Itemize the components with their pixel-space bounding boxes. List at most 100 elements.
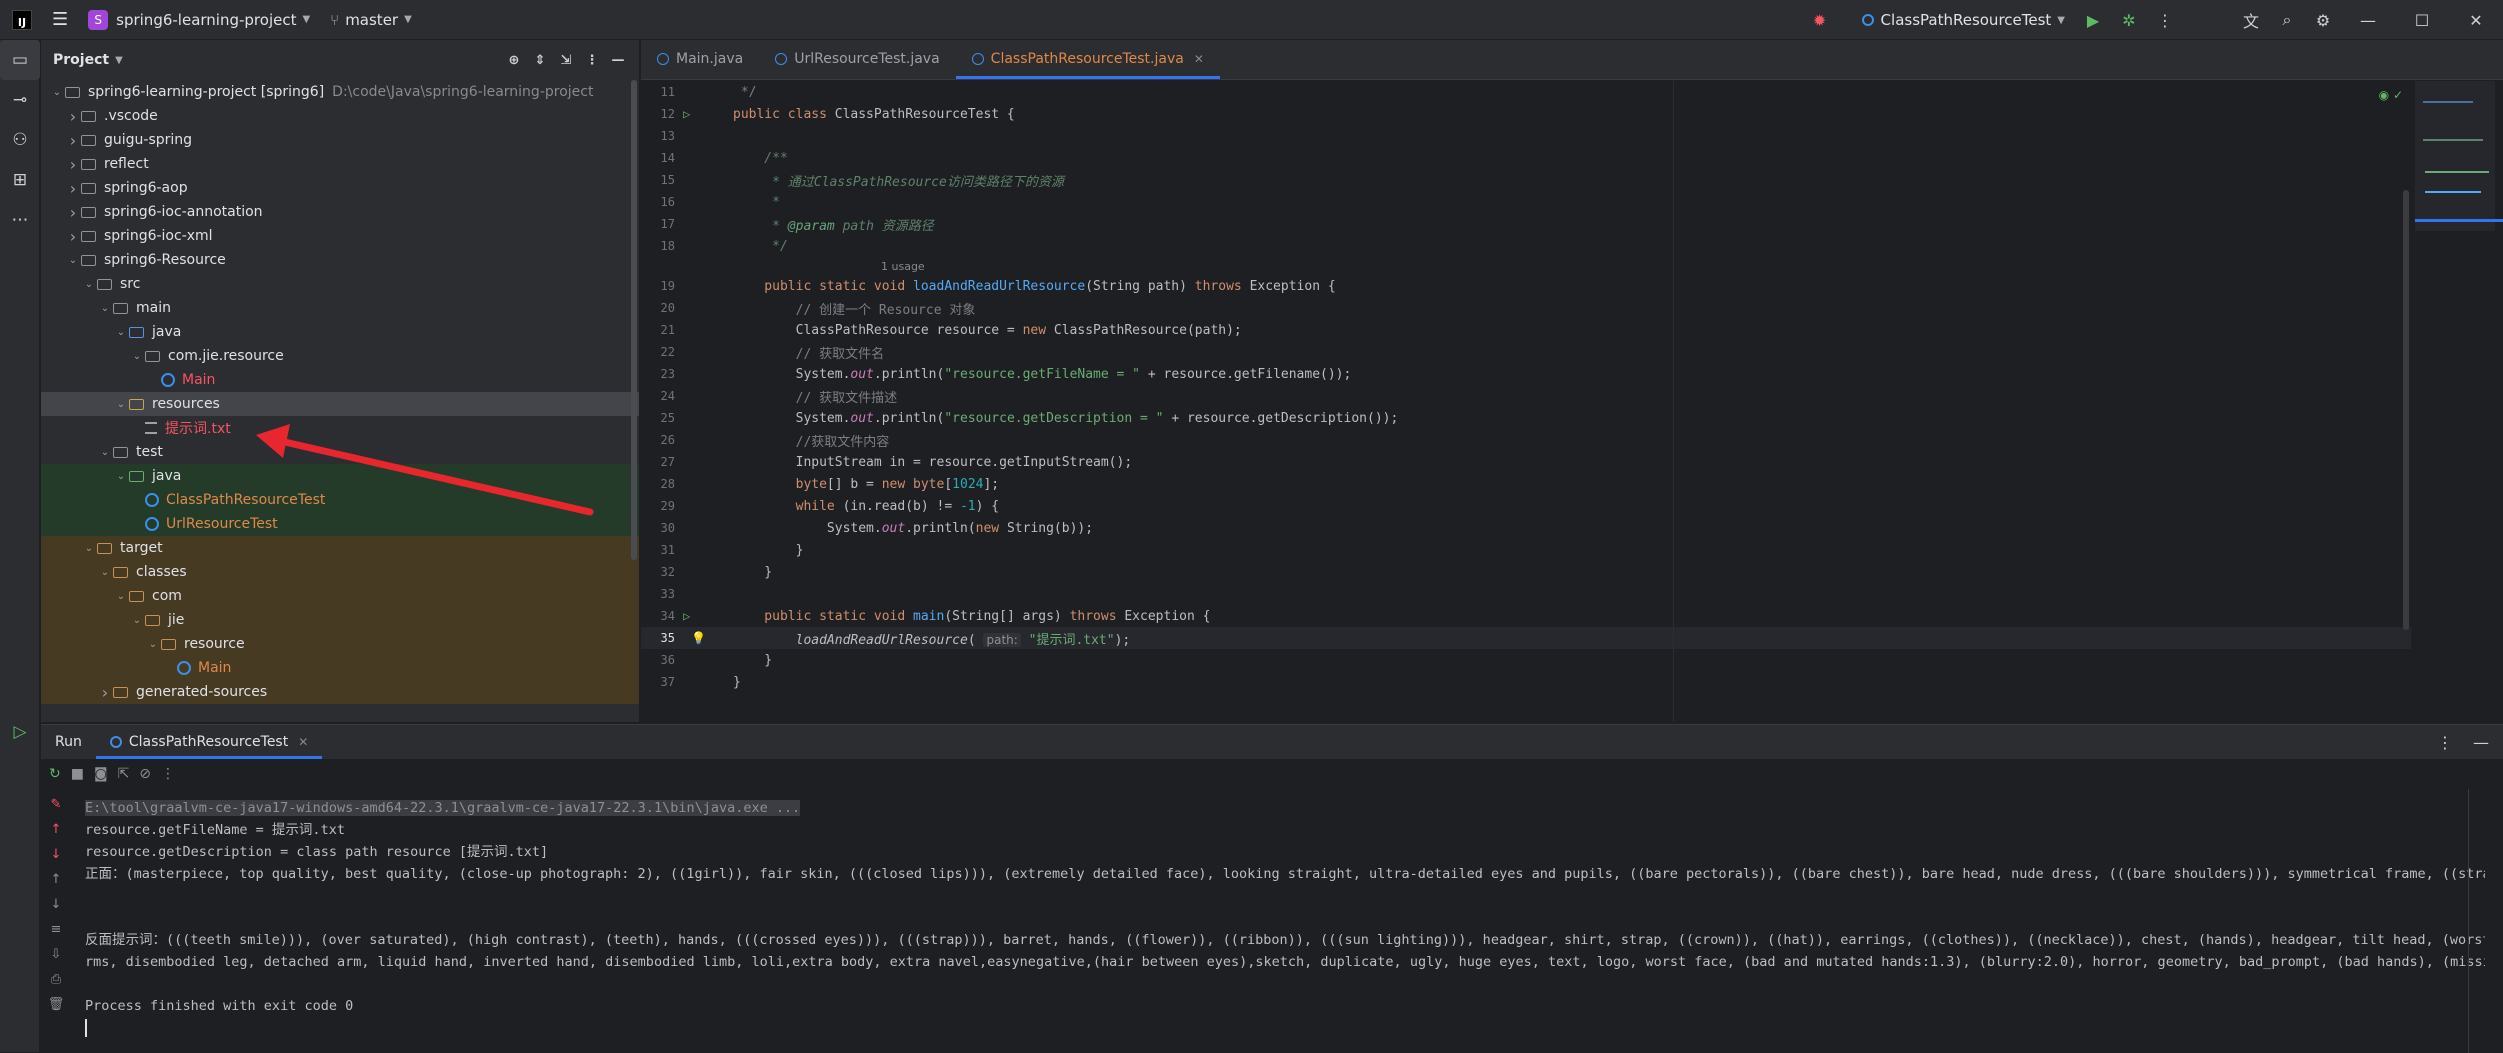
code-line[interactable]: 15 * 通过ClassPathResource访问类路径下的资源 bbox=[641, 169, 2503, 191]
more-tools-icon[interactable]: ⋯ bbox=[0, 200, 40, 240]
code-line[interactable]: 14 /** bbox=[641, 147, 2503, 169]
run-gutter-icon[interactable]: ▷ bbox=[683, 609, 690, 623]
rerun-icon[interactable]: ↻ bbox=[49, 766, 61, 782]
locate-icon[interactable]: ⊕ bbox=[501, 53, 527, 68]
commit-icon[interactable]: ⊸ bbox=[0, 80, 40, 120]
chevron-right-icon[interactable]: › bbox=[97, 683, 113, 702]
chevron-down-icon[interactable]: ⌄ bbox=[113, 399, 129, 410]
tree-item[interactable]: ClassPathResourceTest bbox=[41, 488, 639, 512]
services-icon[interactable]: ⚇ bbox=[0, 120, 40, 160]
tree-item[interactable]: ⌄ resources bbox=[41, 392, 639, 416]
chevron-down-icon[interactable]: ⌄ bbox=[113, 327, 129, 338]
chevron-down-icon[interactable]: ⌄ bbox=[97, 567, 113, 578]
close-icon[interactable]: ✕ bbox=[2449, 0, 2503, 40]
project-switcher[interactable]: S spring6-learning-project ▼ bbox=[78, 0, 320, 40]
code-line[interactable]: 29 while (in.read(b) != -1) { bbox=[641, 495, 2503, 517]
chevron-down-icon[interactable]: ⌄ bbox=[129, 351, 145, 362]
up-icon[interactable]: ↑ bbox=[51, 822, 62, 837]
editor-tab[interactable]: ClassPathResourceTest.java ✕ bbox=[955, 40, 1221, 79]
code-line[interactable]: 19 public static void loadAndReadUrlReso… bbox=[641, 275, 2503, 297]
collapse-all-icon[interactable]: ⇲ bbox=[553, 53, 579, 68]
more-icon[interactable]: ⋮ bbox=[161, 766, 175, 782]
chevron-right-icon[interactable]: › bbox=[65, 203, 81, 222]
debug-icon[interactable]: ✲ bbox=[2111, 0, 2147, 40]
lightbulb-icon[interactable]: 💡 bbox=[691, 631, 706, 645]
run-tool-icon[interactable]: ▷ bbox=[0, 712, 40, 752]
usage-hint[interactable]: 1 usage bbox=[881, 260, 925, 273]
main-menu-button[interactable]: ☰ bbox=[42, 0, 78, 40]
chevron-down-icon[interactable]: ⌄ bbox=[81, 543, 97, 554]
translate-icon[interactable]: 文 bbox=[2233, 0, 2269, 40]
tree-item[interactable]: Main bbox=[41, 656, 639, 680]
chevron-down-icon[interactable]: ⌄ bbox=[145, 639, 161, 650]
code-line[interactable]: 16 * bbox=[641, 191, 2503, 213]
code-line[interactable]: 17 * @param path 资源路径 bbox=[641, 213, 2503, 235]
structure-icon[interactable]: ⊞ bbox=[0, 160, 40, 200]
console-output[interactable]: E:\tool\graalvm-ce-java17-windows-amd64-… bbox=[85, 797, 2485, 1037]
chevron-right-icon[interactable]: › bbox=[65, 227, 81, 246]
editor-tab[interactable]: Main.java bbox=[641, 40, 759, 79]
editor-scrollbar[interactable] bbox=[2403, 190, 2409, 630]
inspection-widget[interactable]: ◉ ✓ bbox=[2379, 88, 2403, 102]
print-icon[interactable]: ⎙ bbox=[51, 972, 61, 987]
tree-item[interactable]: › guigu-spring bbox=[41, 128, 639, 152]
chevron-down-icon[interactable]: ⌄ bbox=[97, 303, 113, 314]
tree-item[interactable]: › reflect bbox=[41, 152, 639, 176]
code-line[interactable]: 13 bbox=[641, 125, 2503, 147]
tree-item[interactable]: UrlResourceTest bbox=[41, 512, 639, 536]
trash-icon[interactable]: 🗑 bbox=[48, 997, 65, 1012]
run-gutter-icon[interactable]: ▷ bbox=[683, 107, 690, 121]
down-icon[interactable]: ↓ bbox=[51, 847, 62, 862]
tree-scrollbar[interactable] bbox=[631, 80, 637, 560]
project-panel-title[interactable]: Project bbox=[53, 52, 109, 68]
gear-icon[interactable]: ⚙ bbox=[2305, 0, 2341, 40]
options-icon[interactable]: ⋮ bbox=[579, 53, 605, 68]
code-line[interactable]: 30 System.out.println(new String(b)); bbox=[641, 517, 2503, 539]
project-folder-icon[interactable]: ▭ bbox=[0, 40, 40, 80]
chevron-down-icon[interactable]: ▼ bbox=[115, 55, 123, 66]
code-line[interactable]: 12 ▷ public class ClassPathResourceTest { bbox=[641, 103, 2503, 125]
tree-item[interactable]: ⌄ spring6-Resource bbox=[41, 248, 639, 272]
code-line[interactable]: 26 //获取文件内容 bbox=[641, 429, 2503, 451]
code-line[interactable]: 11 */ bbox=[641, 81, 2503, 103]
maximize-icon[interactable]: ☐ bbox=[2395, 0, 2449, 40]
more-icon[interactable]: ⋮ bbox=[2147, 0, 2183, 40]
chevron-down-icon[interactable]: ⌄ bbox=[113, 591, 129, 602]
hide-icon[interactable]: — bbox=[605, 53, 631, 68]
tree-item[interactable]: › spring6-aop bbox=[41, 176, 639, 200]
chevron-right-icon[interactable]: › bbox=[65, 179, 81, 198]
chevron-right-icon[interactable]: › bbox=[65, 107, 81, 126]
close-icon[interactable]: ✕ bbox=[1194, 52, 1204, 66]
run-tab[interactable]: ClassPathResourceTest ✕ bbox=[95, 725, 323, 759]
chevron-down-icon[interactable]: ⌄ bbox=[81, 279, 97, 290]
tree-item[interactable]: ⌄ classes bbox=[41, 560, 639, 584]
code-line[interactable]: 18 */ bbox=[641, 235, 2503, 257]
code-line[interactable]: 27 InputStream in = resource.getInputStr… bbox=[641, 451, 2503, 473]
chevron-right-icon[interactable]: › bbox=[65, 155, 81, 174]
code-line[interactable]: 24 // 获取文件描述 bbox=[641, 385, 2503, 407]
edit-config-icon[interactable]: ✎ bbox=[51, 797, 62, 812]
code-view[interactable]: 11 */ 12 ▷ public class ClassPathResourceTe… bbox=[641, 81, 2503, 722]
chevron-down-icon[interactable]: ⌄ bbox=[65, 255, 81, 266]
code-line[interactable]: 28 byte[] b = new byte[1024]; bbox=[641, 473, 2503, 495]
run-icon[interactable]: ▶ bbox=[2075, 0, 2111, 40]
code-line[interactable]: 21 ClassPathResource resource = new Clas… bbox=[641, 319, 2503, 341]
chevron-down-icon[interactable]: ⌄ bbox=[49, 87, 65, 98]
stop-icon[interactable]: ■ bbox=[71, 766, 84, 782]
code-line[interactable]: 34 ▷ public static void main(String[] arg… bbox=[641, 605, 2503, 627]
tree-item[interactable]: 提示词.txt bbox=[41, 416, 639, 440]
minimap[interactable] bbox=[2411, 81, 2503, 722]
code-line[interactable]: 33 bbox=[641, 583, 2503, 605]
tree-item[interactable]: › generated-sources bbox=[41, 680, 639, 704]
chevron-down-icon[interactable]: ⌄ bbox=[113, 471, 129, 482]
chevron-down-icon[interactable]: ⌄ bbox=[129, 615, 145, 626]
code-line[interactable]: 32 } bbox=[641, 561, 2503, 583]
restore-layout-icon[interactable]: ⊘ bbox=[139, 766, 151, 782]
chevron-right-icon[interactable]: › bbox=[65, 131, 81, 150]
code-line[interactable]: 37} bbox=[641, 671, 2503, 693]
code-line[interactable]: 20 // 创建一个 Resource 对象 bbox=[641, 297, 2503, 319]
run-config-selector[interactable]: ClassPathResourceTest ▼ bbox=[1852, 0, 2075, 40]
up-arrow-icon[interactable]: ↑ bbox=[51, 872, 62, 887]
minimize-icon[interactable]: — bbox=[2341, 0, 2395, 40]
camera-icon[interactable]: ◙ bbox=[94, 766, 108, 782]
